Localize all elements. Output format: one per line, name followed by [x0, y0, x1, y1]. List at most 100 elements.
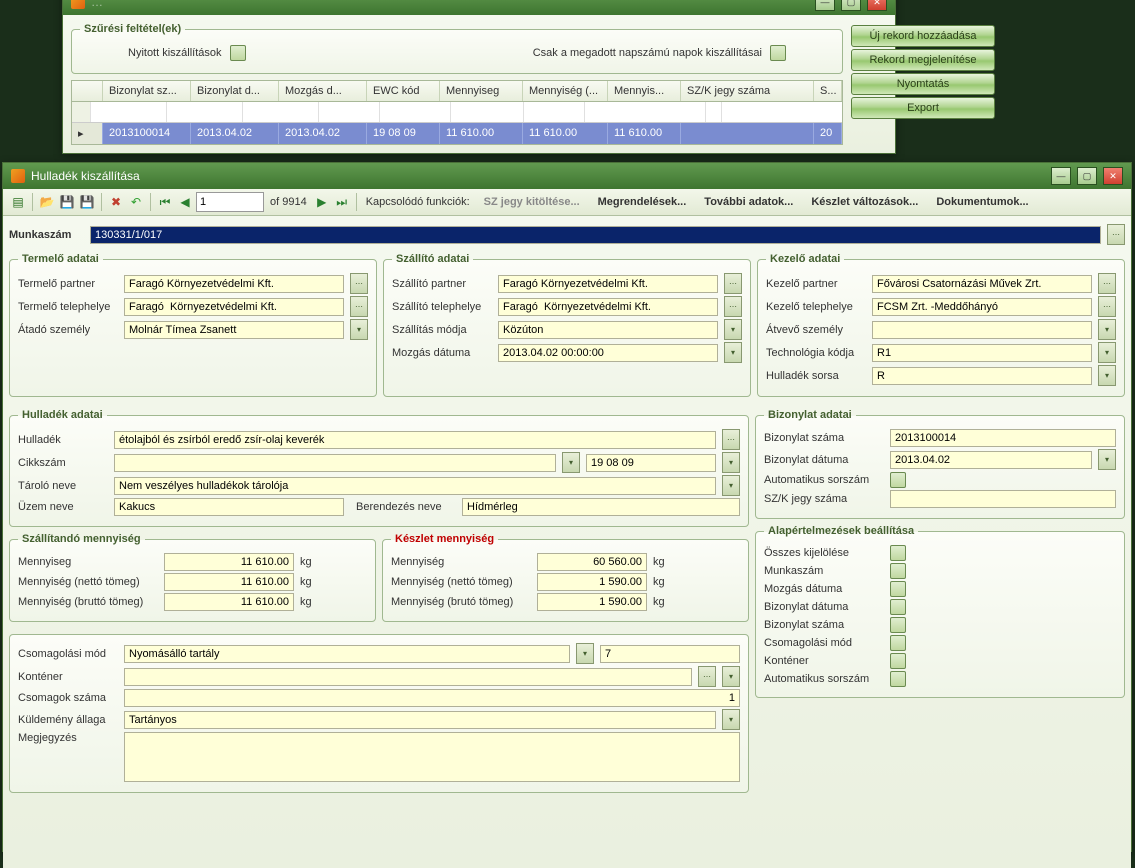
lookup-button[interactable]: ⋯ [350, 296, 368, 317]
default-item-checkbox[interactable] [890, 671, 906, 687]
qty-gross-input[interactable] [164, 593, 294, 611]
dropdown-button[interactable]: ▾ [722, 452, 740, 473]
carrier-partner-input[interactable] [498, 275, 718, 293]
sqty-net-input[interactable] [537, 573, 647, 591]
storage-input[interactable] [114, 477, 716, 495]
dropdown-button[interactable]: ▾ [350, 319, 368, 340]
carrier-site-input[interactable] [498, 298, 718, 316]
new-icon[interactable]: ▤ [9, 193, 27, 211]
transport-mode-input[interactable] [498, 321, 718, 339]
doc-date-input[interactable] [890, 451, 1092, 469]
nav-next-icon[interactable]: ▶ [313, 193, 331, 211]
munkaszam-input[interactable] [90, 226, 1101, 244]
nav-last-icon[interactable]: ⏭ [333, 193, 351, 211]
auto-seq-checkbox[interactable] [890, 472, 906, 488]
open-icon[interactable]: 📂 [38, 193, 56, 211]
days-filter-checkbox[interactable] [770, 45, 786, 61]
dropdown-button[interactable]: ▾ [722, 709, 740, 730]
item-no-input[interactable] [114, 454, 556, 472]
lookup-button[interactable]: ⋯ [724, 273, 742, 294]
sqty-label: Mennyiség [391, 556, 531, 568]
producer-site-input[interactable] [124, 298, 344, 316]
waste-fate-input[interactable] [872, 367, 1092, 385]
fn-szjegy[interactable]: SZ jegy kitöltése... [476, 196, 588, 208]
minimize-button[interactable]: — [1051, 167, 1071, 185]
default-item-checkbox[interactable] [890, 581, 906, 597]
doc-no-input[interactable] [890, 429, 1116, 447]
minimize-button[interactable]: — [815, 0, 835, 11]
delete-icon[interactable]: ✖ [107, 193, 125, 211]
munkaszam-lookup-button[interactable]: ⋯ [1107, 224, 1125, 245]
note-textarea[interactable] [124, 732, 740, 782]
lookup-button[interactable]: ⋯ [698, 666, 716, 687]
handler-partner-input[interactable] [872, 275, 1092, 293]
equipment-input[interactable] [462, 498, 740, 516]
saveall-icon[interactable]: 💾 [78, 193, 96, 211]
consignment-state-input[interactable] [124, 711, 716, 729]
dropdown-button[interactable]: ▾ [562, 452, 580, 473]
fn-stock[interactable]: Készlet változások... [803, 196, 926, 208]
maximize-button[interactable]: ▢ [1077, 167, 1097, 185]
dropdown-button[interactable]: ▾ [1098, 342, 1116, 363]
fn-orders[interactable]: Megrendelések... [590, 196, 695, 208]
qty-input[interactable] [164, 553, 294, 571]
dropdown-button[interactable]: ▾ [722, 666, 740, 687]
undo-icon[interactable]: ↶ [127, 193, 145, 211]
ship-qty-fieldset: Szállítandó mennyiség Mennyisegkg Mennyi… [9, 533, 376, 622]
lookup-button[interactable]: ⋯ [1098, 296, 1116, 317]
qty-net-input[interactable] [164, 573, 294, 591]
fn-more[interactable]: További adatok... [696, 196, 801, 208]
packaging-input[interactable] [124, 645, 570, 663]
new-record-button[interactable]: Új rekord hozzáadása [851, 25, 995, 47]
dropdown-button[interactable]: ▾ [722, 475, 740, 496]
lookup-button[interactable]: ⋯ [722, 429, 740, 450]
dropdown-button[interactable]: ▾ [1098, 319, 1116, 340]
handler-site-input[interactable] [872, 298, 1092, 316]
dropdown-button[interactable]: ▾ [724, 319, 742, 340]
open-deliveries-checkbox[interactable] [230, 45, 246, 61]
nav-first-icon[interactable]: ⏮ [156, 193, 174, 211]
dropdown-button[interactable]: ▾ [724, 342, 742, 363]
producer-partner-input[interactable] [124, 275, 344, 293]
packaging-label: Csomagolási mód [18, 648, 118, 660]
receiver-person-input[interactable] [872, 321, 1092, 339]
sqty-gross-input[interactable] [537, 593, 647, 611]
default-item-checkbox[interactable] [890, 635, 906, 651]
lookup-button[interactable]: ⋯ [1098, 273, 1116, 294]
page-current-input[interactable] [196, 192, 264, 212]
ewc-input[interactable] [586, 454, 716, 472]
defaults-legend: Alapértelmezések beállítása [764, 525, 918, 537]
save-icon[interactable]: 💾 [58, 193, 76, 211]
close-button[interactable]: ✕ [1103, 167, 1123, 185]
default-item-checkbox[interactable] [890, 563, 906, 579]
records-grid[interactable]: Bizonylat sz...Bizonylat d...Mozgás d...… [71, 80, 843, 145]
waste-input[interactable] [114, 431, 716, 449]
munkaszam-label: Munkaszám [9, 229, 84, 241]
print-button[interactable]: Nyomtatás [851, 73, 995, 95]
export-button[interactable]: Export [851, 97, 995, 119]
plant-input[interactable] [114, 498, 344, 516]
container-input[interactable] [124, 668, 692, 686]
fn-docs[interactable]: Dokumentumok... [928, 196, 1036, 208]
nav-prev-icon[interactable]: ◀ [176, 193, 194, 211]
move-date-input[interactable] [498, 344, 718, 362]
sqty-input[interactable] [537, 553, 647, 571]
show-record-button[interactable]: Rekord megjelenítése [851, 49, 995, 71]
tech-code-input[interactable] [872, 344, 1092, 362]
default-item-checkbox[interactable] [890, 545, 906, 561]
packaging-num-input[interactable] [600, 645, 740, 663]
default-item-checkbox[interactable] [890, 617, 906, 633]
maximize-button[interactable]: ▢ [841, 0, 861, 11]
pack-count-input[interactable] [124, 689, 740, 707]
handover-person-input[interactable] [124, 321, 344, 339]
close-button[interactable]: ✕ [867, 0, 887, 11]
default-item-checkbox[interactable] [890, 653, 906, 669]
szk-no-input[interactable] [890, 490, 1116, 508]
default-item-checkbox[interactable] [890, 599, 906, 615]
lookup-button[interactable]: ⋯ [350, 273, 368, 294]
lookup-button[interactable]: ⋯ [724, 296, 742, 317]
dropdown-button[interactable]: ▾ [1098, 449, 1116, 470]
dropdown-button[interactable]: ▾ [1098, 365, 1116, 386]
move-date-label: Mozgás dátuma [392, 347, 492, 359]
dropdown-button[interactable]: ▾ [576, 643, 594, 664]
